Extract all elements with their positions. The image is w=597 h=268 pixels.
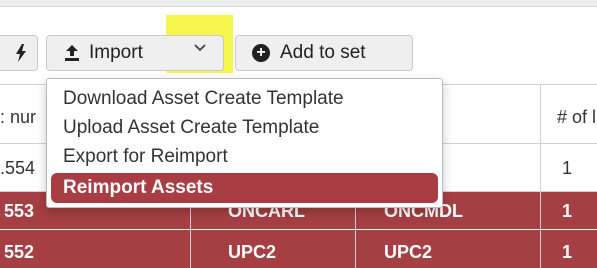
table-header-cell[interactable]: # of l bbox=[557, 107, 596, 128]
import-dropdown-menu: Download Asset Create Template Upload As… bbox=[46, 78, 443, 208]
upload-icon bbox=[63, 44, 81, 62]
table-cell: 1 bbox=[562, 201, 573, 221]
import-button-label: Import bbox=[89, 42, 143, 63]
add-to-set-button[interactable]: + Add to set bbox=[235, 35, 413, 71]
table-cell: 552 bbox=[4, 242, 35, 262]
plus-circle-icon: + bbox=[252, 44, 270, 62]
top-border bbox=[0, 0, 597, 7]
menu-item-export-for-reimport[interactable]: Export for Reimport bbox=[63, 146, 228, 168]
table-header-cell[interactable]: : nur bbox=[0, 107, 36, 128]
bolt-button[interactable] bbox=[0, 35, 38, 71]
table-cell: 1 bbox=[562, 158, 573, 178]
table-cell: UPC2 bbox=[228, 242, 277, 262]
import-button[interactable]: Import bbox=[46, 35, 224, 71]
menu-item-download-template[interactable]: Download Asset Create Template bbox=[63, 88, 344, 110]
column-divider bbox=[540, 84, 541, 268]
menu-item-reimport-assets[interactable]: Reimport Assets bbox=[51, 173, 438, 203]
table-cell: UPC2 bbox=[384, 242, 433, 262]
add-to-set-label: Add to set bbox=[280, 42, 366, 63]
table-row[interactable]: 552 UPC2 UPC2 1 bbox=[0, 230, 597, 268]
table-cell: 553 bbox=[4, 201, 35, 221]
table-cell: .554 bbox=[0, 158, 36, 178]
bolt-icon bbox=[15, 44, 27, 62]
table-cell: 1 bbox=[562, 242, 573, 262]
chevron-down-icon[interactable] bbox=[194, 43, 206, 53]
menu-item-upload-template[interactable]: Upload Asset Create Template bbox=[63, 117, 319, 139]
